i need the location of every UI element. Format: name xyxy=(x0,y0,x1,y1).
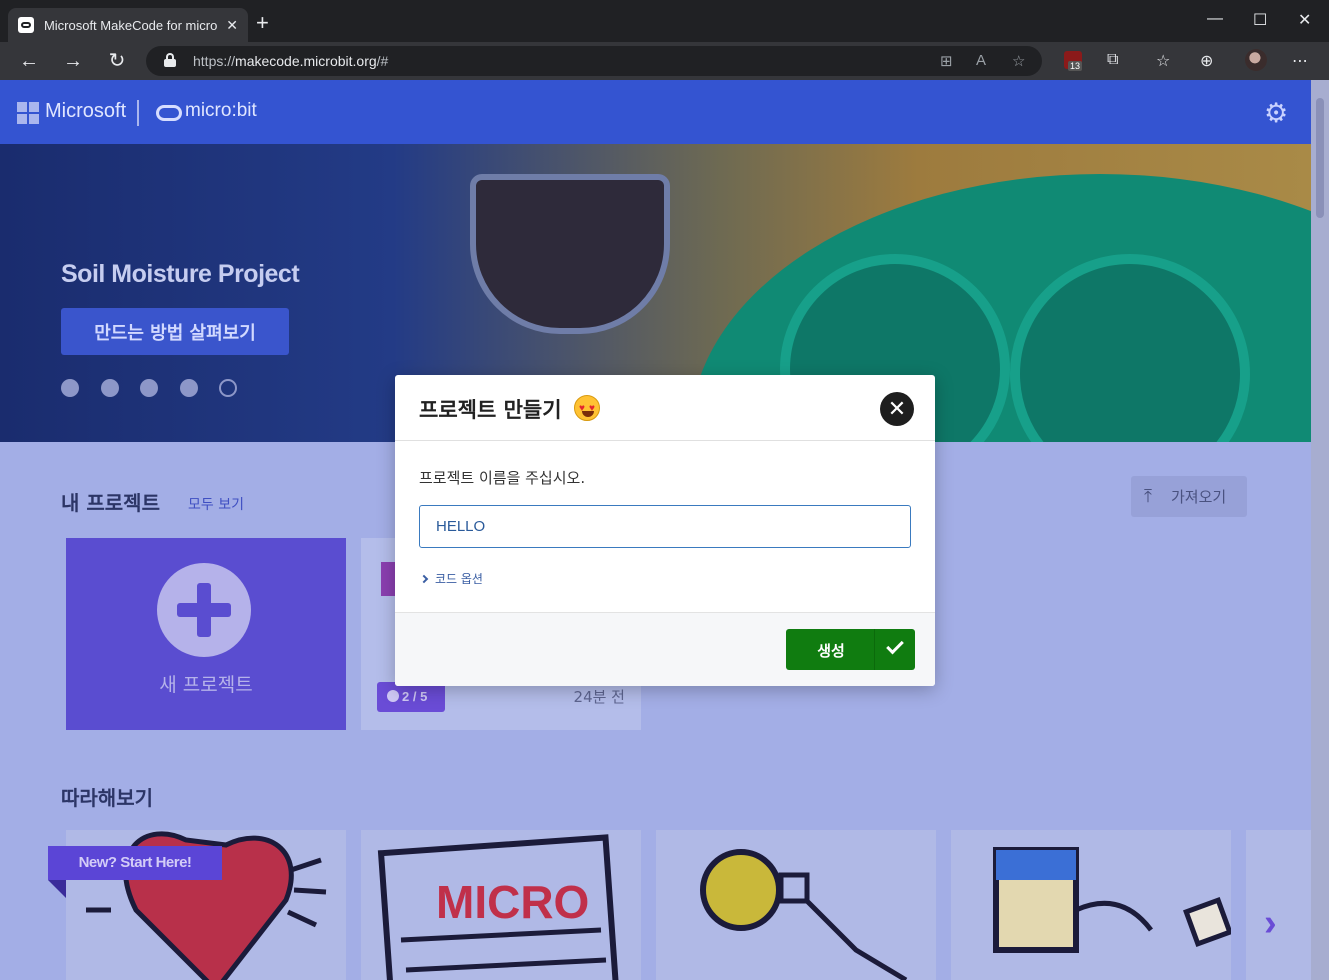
extension-badge-count: 13 xyxy=(1068,61,1083,71)
url-text[interactable]: https://makecode.microbit.org/# xyxy=(193,53,388,69)
lock-icon[interactable] xyxy=(164,53,176,67)
maximize-icon[interactable]: ☐ xyxy=(1253,10,1267,30)
tab-title: Microsoft MakeCode for micro:bit xyxy=(43,17,219,33)
page-scrollbar[interactable] xyxy=(1311,80,1329,980)
checkmark-icon xyxy=(886,636,904,655)
carousel-next-arrow-icon[interactable]: › xyxy=(1264,902,1277,945)
create-button[interactable]: 생성 xyxy=(786,629,915,670)
heart-eyes-emoji-icon: ♥ ♥ xyxy=(574,395,600,421)
new-start-here-ribbon: New? Start Here! xyxy=(48,846,222,880)
plus-icon xyxy=(157,563,251,657)
refresh-icon[interactable]: ↻ xyxy=(104,48,130,74)
header-divider xyxy=(137,100,139,126)
dialog-footer: 생성 xyxy=(395,612,935,686)
tutorial-card-dice[interactable] xyxy=(951,830,1231,980)
back-icon[interactable]: ← xyxy=(16,48,42,74)
dialog-title: 프로젝트 만들기 xyxy=(419,398,562,422)
browser-toolbar: ← → ↻ https://makecode.microbit.org/# ⊞ … xyxy=(0,42,1329,80)
chevron-right-icon xyxy=(419,574,429,584)
minimize-icon[interactable]: — xyxy=(1207,10,1223,28)
favorites-icon[interactable]: ☆ xyxy=(1156,51,1170,71)
project-thumbnail xyxy=(381,562,395,596)
carousel-dot-5[interactable] xyxy=(219,379,237,397)
carousel-dot-3[interactable] xyxy=(140,379,158,397)
new-tab-button[interactable]: + xyxy=(256,12,269,34)
progress-circle-icon xyxy=(387,690,399,702)
dice-illustration xyxy=(993,847,1231,953)
hero-cta-button[interactable]: 만드는 방법 살펴보기 xyxy=(61,308,289,355)
name-tag-illustration: MICRO xyxy=(377,834,620,980)
microsoft-brand[interactable]: Microsoft xyxy=(45,100,126,123)
tutorial-card-name-tag[interactable]: MICRO xyxy=(361,830,641,980)
carousel-dot-4[interactable] xyxy=(180,379,198,397)
carousel-dot-2[interactable] xyxy=(101,379,119,397)
dialog-header: 프로젝트 만들기 ♥ ♥ ✕ xyxy=(395,375,935,441)
hero-title: Soil Moisture Project xyxy=(61,260,300,288)
tab-close-icon[interactable]: ✕ xyxy=(226,17,238,34)
browser-tab-bar: Microsoft MakeCode for micro:bit ✕ + — ☐… xyxy=(0,0,1329,42)
create-project-dialog: 프로젝트 만들기 ♥♥ ✕ 프로젝트 이름을 주십시오. 코드 옵션 생성 xyxy=(395,375,935,686)
ribbon-fold xyxy=(48,880,66,898)
create-button-label: 생성 xyxy=(817,642,845,660)
address-bar[interactable]: https://makecode.microbit.org/# ⊞ A ☆ xyxy=(146,46,1042,76)
my-projects-title: 내 프로젝트 xyxy=(61,491,160,515)
button-press-illustration xyxy=(700,849,908,980)
tutorials-title: 따라해보기 xyxy=(61,786,153,810)
hero-plant-pot-image xyxy=(470,174,670,334)
dialog-close-icon[interactable]: ✕ xyxy=(880,392,914,426)
site-header: Microsoft micro:bit ⚙ xyxy=(0,80,1311,144)
dialog-prompt: 프로젝트 이름을 주십시오. xyxy=(419,469,586,487)
project-name-input[interactable] xyxy=(419,505,911,548)
tutorial-card-partial[interactable] xyxy=(1246,830,1311,980)
read-aloud-icon[interactable]: A xyxy=(976,52,986,69)
code-options-toggle[interactable]: 코드 옵션 xyxy=(419,570,483,587)
tutorial-card-button[interactable] xyxy=(656,830,936,980)
upload-icon: ⤒ xyxy=(1144,486,1152,506)
create-button-separator xyxy=(874,629,875,670)
new-project-label: 새 프로젝트 xyxy=(159,674,253,696)
project-modified-time: 24분 전 xyxy=(573,688,625,706)
extensions-icon[interactable]: ⧉ xyxy=(1107,51,1118,69)
microsoft-logo-icon[interactable] xyxy=(17,102,39,124)
window-close-icon[interactable]: ✕ xyxy=(1298,10,1311,30)
browser-tab[interactable]: Microsoft MakeCode for micro:bit ✕ xyxy=(8,8,248,42)
profile-avatar[interactable] xyxy=(1245,49,1267,71)
microbit-logo-icon[interactable] xyxy=(156,105,182,121)
makecode-favicon-icon xyxy=(18,17,34,33)
see-all-link[interactable]: 모두 보기 xyxy=(188,494,244,514)
add-favorite-icon[interactable]: ☆ xyxy=(1012,52,1025,70)
tutorial-progress-badge: 2 / 5 xyxy=(377,682,445,712)
forward-icon[interactable]: → xyxy=(60,48,86,74)
app-available-icon[interactable]: ⊞ xyxy=(940,52,953,70)
scrollbar-thumb[interactable] xyxy=(1316,98,1324,218)
carousel-dot-1[interactable] xyxy=(61,379,79,397)
svg-text:MICRO: MICRO xyxy=(436,876,589,928)
settings-gear-icon[interactable]: ⚙ xyxy=(1264,98,1288,129)
ublock-extension-icon[interactable]: 13 xyxy=(1064,51,1083,71)
more-menu-icon[interactable]: ⋯ xyxy=(1292,51,1308,71)
new-project-card[interactable]: 새 프로젝트 xyxy=(66,538,346,730)
microbit-brand[interactable]: micro:bit xyxy=(185,100,257,122)
collections-icon[interactable]: ⊕ xyxy=(1200,51,1213,71)
